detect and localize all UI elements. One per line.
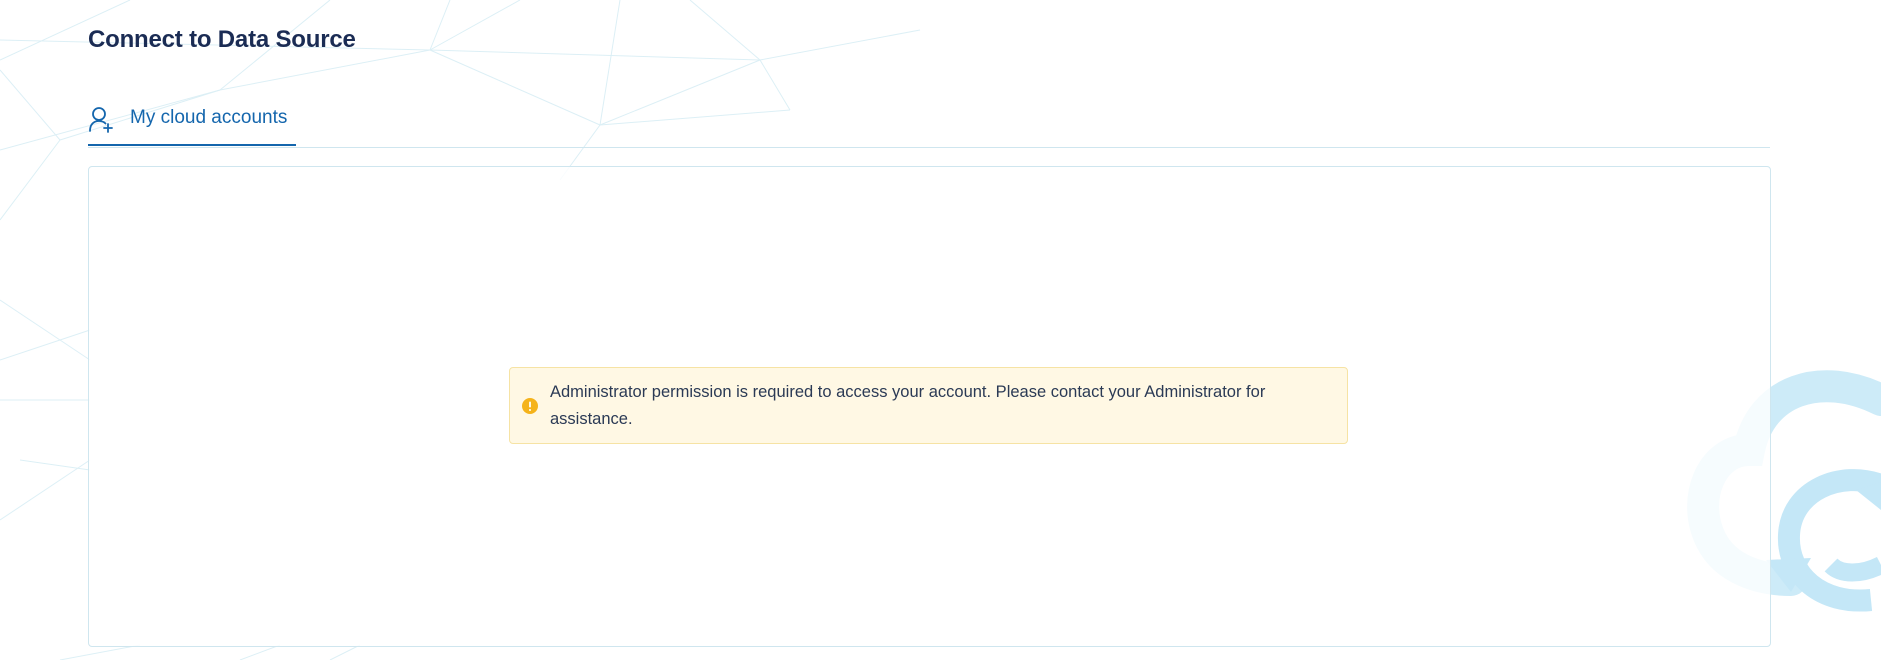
alert-message: Administrator permission is required to … bbox=[550, 382, 1266, 428]
permission-warning-alert: Administrator permission is required to … bbox=[509, 367, 1348, 444]
tab-label: My cloud accounts bbox=[130, 107, 288, 128]
tab-bar: My cloud accounts bbox=[88, 100, 1770, 148]
page-title: Connect to Data Source bbox=[88, 26, 356, 53]
tab-my-cloud-accounts[interactable]: My cloud accounts bbox=[88, 100, 296, 146]
content-panel: Administrator permission is required to … bbox=[88, 166, 1771, 647]
warning-icon bbox=[522, 397, 538, 414]
user-plus-icon bbox=[89, 105, 113, 133]
